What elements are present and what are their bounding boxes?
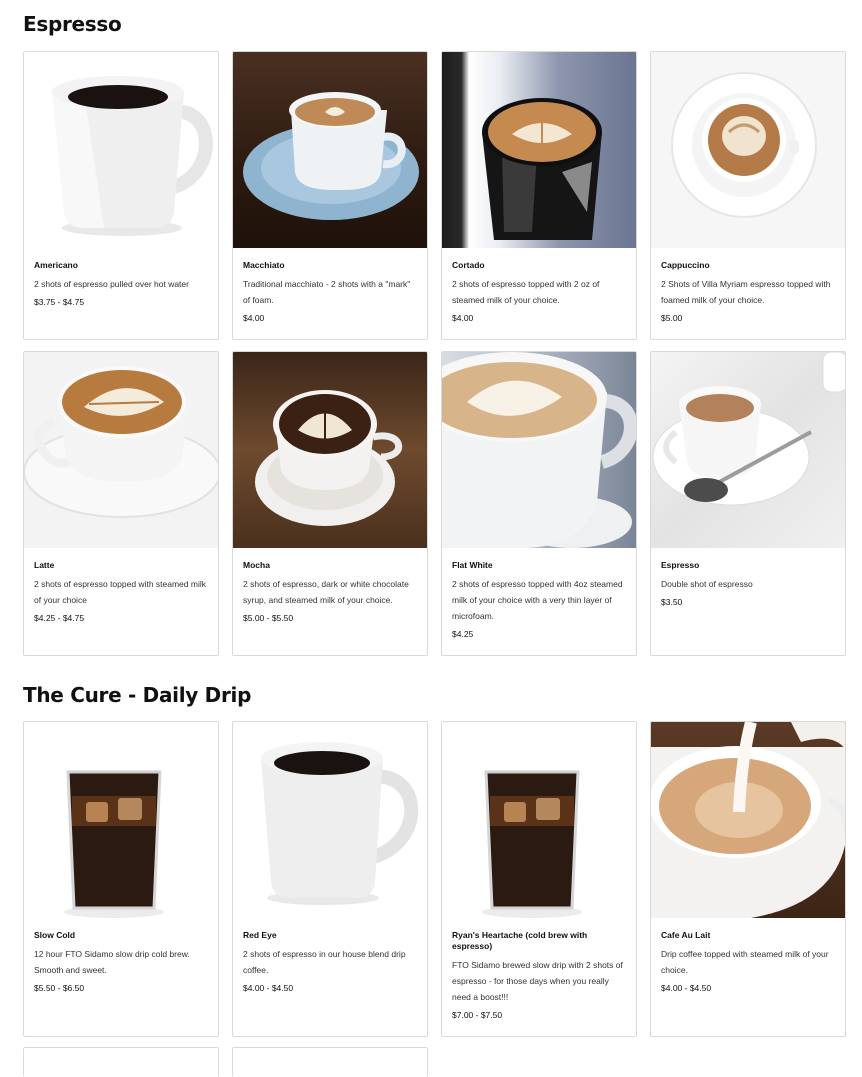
item-name: Espresso: [661, 560, 700, 570]
cappuccino-image: [651, 52, 845, 248]
item-description: 2 Shots of Villa Myriam espresso topped …: [661, 279, 831, 305]
slow-cold-image: [24, 722, 218, 918]
item-description: Double shot of espresso: [661, 579, 753, 589]
section-title-espresso: Espresso: [23, 12, 122, 36]
menu-item-card[interactable]: Flat White 2 shots of espresso topped wi…: [441, 351, 637, 656]
menu-item-card[interactable]: Red Eye 2 shots of espresso in our house…: [232, 721, 428, 1037]
menu-item-card[interactable]: Cafe Au Lait Drip coffee topped with ste…: [650, 721, 846, 1037]
macchiato-image: [233, 52, 427, 248]
item-price: $4.00 - $4.50: [243, 983, 294, 993]
item-price: $5.00: [661, 313, 683, 323]
item-description: 2 shots of espresso topped with 2 oz of …: [452, 279, 600, 305]
item-name: Flat White: [452, 560, 493, 570]
item-price: $4.00: [452, 313, 474, 323]
item-name: Cortado: [452, 260, 485, 270]
item-name: Cappuccino: [661, 260, 710, 270]
menu-item-card[interactable]: Macchiato Traditional macchiato - 2 shot…: [232, 51, 428, 340]
item-name: Macchiato: [243, 260, 285, 270]
flat-white-image: [442, 352, 636, 548]
item-name: Red Eye: [243, 930, 277, 940]
menu-item-card[interactable]: Latte 2 shots of espresso topped with st…: [23, 351, 219, 656]
item-name: Slow Cold: [34, 930, 76, 940]
item-price: $5.50 - $6.50: [34, 983, 85, 993]
espresso-image: [651, 352, 845, 548]
item-name: Ryan's Heartache (cold brew with espress…: [452, 930, 588, 951]
menu-item-card[interactable]: Ryan's Heartache (cold brew with espress…: [441, 721, 637, 1037]
item-description: 12 hour FTO Sidamo slow drip cold brew. …: [34, 949, 190, 975]
americano-image: [24, 52, 218, 248]
menu-item-card-partial[interactable]: [232, 1047, 428, 1077]
item-description: 2 shots of espresso pulled over hot wate…: [34, 279, 189, 289]
item-description: 2 shots of espresso in our house blend d…: [243, 949, 406, 975]
latte-image: [24, 352, 218, 548]
item-description: Drip coffee topped with steamed milk of …: [661, 949, 829, 975]
cortado-image: [442, 52, 636, 248]
item-price: $7.00 - $7.50: [452, 1010, 503, 1020]
item-price: $3.50: [661, 597, 683, 607]
menu-item-card[interactable]: Americano 2 shots of espresso pulled ove…: [23, 51, 219, 340]
mocha-image: [233, 352, 427, 548]
item-description: Traditional macchiato - 2 shots with a "…: [243, 279, 411, 305]
menu-item-card[interactable]: Espresso Double shot of espresso $3.50: [650, 351, 846, 656]
section-title-daily-drip: The Cure - Daily Drip: [23, 683, 252, 707]
item-description: FTO Sidamo brewed slow drip with 2 shots…: [452, 960, 623, 1002]
red-eye-image: [233, 722, 427, 918]
item-description: 2 shots of espresso topped with 4oz stea…: [452, 579, 623, 621]
item-price: $5.00 - $5.50: [243, 613, 294, 623]
cafe-au-lait-image: [651, 722, 845, 918]
menu-item-card[interactable]: Slow Cold 12 hour FTO Sidamo slow drip c…: [23, 721, 219, 1037]
menu-item-card[interactable]: Mocha 2 shots of espresso, dark or white…: [232, 351, 428, 656]
item-description: 2 shots of espresso, dark or white choco…: [243, 579, 409, 605]
item-name: Americano: [34, 260, 78, 270]
item-name: Mocha: [243, 560, 270, 570]
item-description: 2 shots of espresso topped with steamed …: [34, 579, 206, 605]
menu-item-card[interactable]: Cappuccino 2 Shots of Villa Myriam espre…: [650, 51, 846, 340]
item-price: $4.00: [243, 313, 265, 323]
item-price: $4.25 - $4.75: [34, 613, 85, 623]
menu-item-card[interactable]: Cortado 2 shots of espresso topped with …: [441, 51, 637, 340]
item-price: $4.25: [452, 629, 474, 639]
ryans-heartache-image: [442, 722, 636, 918]
item-name: Latte: [34, 560, 55, 570]
item-name: Cafe Au Lait: [661, 930, 711, 940]
menu-item-card-partial[interactable]: [23, 1047, 219, 1077]
item-price: $4.00 - $4.50: [661, 983, 712, 993]
item-price: $3.75 - $4.75: [34, 297, 85, 307]
